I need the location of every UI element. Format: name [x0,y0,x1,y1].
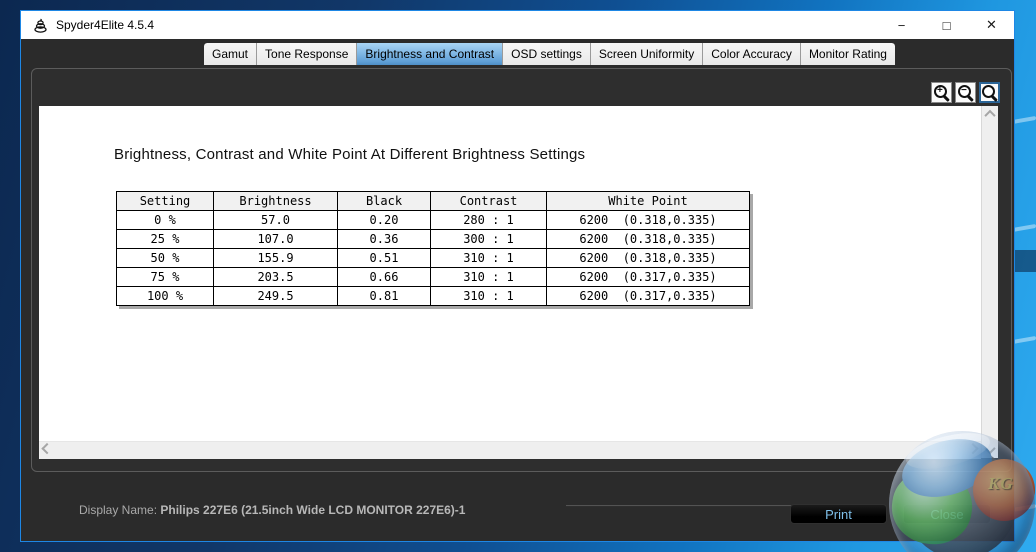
table-row: 25 % 107.0 0.36 300 : 1 6200 (0.318,0.33… [116,229,750,249]
tab-osd-settings[interactable]: OSD settings [503,43,591,65]
table-row: 75 % 203.5 0.66 310 : 1 6200 (0.317,0.33… [116,267,750,287]
cell: 100 % [116,286,214,306]
cell: 25 % [116,229,214,249]
cell: 6200 (0.318,0.335) [546,248,750,268]
table-row: 100 % 249.5 0.81 310 : 1 6200 (0.317,0.3… [116,286,750,306]
table-header-row: Setting Brightness Black Contrast White … [116,191,750,211]
window-title: Spyder4Elite 4.5.4 [56,18,155,32]
chevron-up-icon [984,109,996,122]
cell: 310 : 1 [430,267,547,287]
cell: 6200 (0.317,0.335) [546,267,750,287]
cell: 310 : 1 [430,286,547,306]
display-name: Display Name: Philips 227E6 (21.5inch Wi… [79,503,465,517]
zoom-in-icon [934,84,950,102]
vertical-scrollbar[interactable] [981,106,998,458]
cell: 107.0 [213,229,338,249]
cell: 203.5 [213,267,338,287]
tab-monitor-rating[interactable]: Monitor Rating [800,43,895,65]
desktop-background: Spyder4Elite 4.5.4 − □ ✕ Gamut Tone Resp… [0,0,1036,552]
display-name-value: Philips 227E6 (21.5inch Wide LCD MONITOR… [160,503,466,517]
tab-screen-uniformity[interactable]: Screen Uniformity [590,43,704,65]
close-window-button[interactable]: ✕ [969,11,1014,39]
col-header-contrast: Contrast [430,191,547,211]
wallpaper-streak [1012,335,1036,345]
cell: 57.0 [213,210,338,230]
scroll-up-button[interactable] [982,106,998,122]
wallpaper-dark-band [1014,250,1036,272]
window-controls: − □ ✕ [879,11,1014,39]
cell: 249.5 [213,286,338,306]
cell: 0 % [116,210,214,230]
footer-divider [566,505,793,507]
tab-bar: Gamut Tone Response Brightness and Contr… [204,43,895,65]
cell: 6200 (0.318,0.335) [546,210,750,230]
col-header-white-point: White Point [546,191,750,211]
cell: 0.81 [337,286,431,306]
zoom-toolbar [931,82,1000,103]
zoom-reset-icon [982,85,998,102]
table-row: 50 % 155.9 0.51 310 : 1 6200 (0.318,0.33… [116,248,750,268]
zoom-out-icon [958,84,974,102]
chevron-left-icon [41,442,53,455]
cell: 50 % [116,248,214,268]
wallpaper-streak [1012,115,1036,125]
cell: 0.36 [337,229,431,249]
cell: 280 : 1 [430,210,547,230]
cell: 0.51 [337,248,431,268]
col-header-brightness: Brightness [213,191,338,211]
tab-color-accuracy[interactable]: Color Accuracy [703,43,801,65]
cell: 6200 (0.317,0.335) [546,286,750,306]
report-document: Brightness, Contrast and White Point At … [39,106,981,441]
cell: 310 : 1 [430,248,547,268]
col-header-black: Black [337,191,431,211]
zoom-in-button[interactable] [931,82,952,103]
cell: 155.9 [213,248,338,268]
brightness-contrast-table: Setting Brightness Black Contrast White … [116,191,750,306]
col-header-setting: Setting [116,191,214,211]
scroll-left-button[interactable] [39,442,55,458]
tab-brightness-and-contrast[interactable]: Brightness and Contrast [357,43,504,65]
horizontal-scrollbar[interactable] [39,441,981,459]
report-heading: Brightness, Contrast and White Point At … [114,146,586,163]
table-row: 0 % 57.0 0.20 280 : 1 6200 (0.318,0.335) [116,210,750,230]
titlebar: Spyder4Elite 4.5.4 − □ ✕ [21,11,1014,39]
tab-tone-response[interactable]: Tone Response [257,43,358,65]
kitguru-watermark: KG [883,426,1036,552]
content-frame: Brightness, Contrast and White Point At … [31,68,1012,472]
print-button[interactable]: Print [790,504,887,524]
spyder-app-icon [34,18,47,33]
wallpaper-streak [1012,223,1036,233]
cell: 75 % [116,267,214,287]
tab-gamut[interactable]: Gamut [204,43,258,65]
zoom-reset-button[interactable] [979,82,1000,103]
maximize-button[interactable]: □ [924,11,969,39]
cell: 6200 (0.318,0.335) [546,229,750,249]
app-window: Spyder4Elite 4.5.4 − □ ✕ Gamut Tone Resp… [20,10,1015,542]
cell: 300 : 1 [430,229,547,249]
cell: 0.20 [337,210,431,230]
display-name-label: Display Name: [79,503,158,517]
cell: 0.66 [337,267,431,287]
minimize-button[interactable]: − [879,11,924,39]
zoom-out-button[interactable] [955,82,976,103]
